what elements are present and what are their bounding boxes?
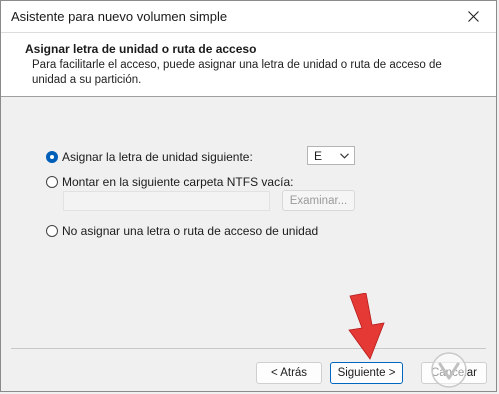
chevron-down-icon bbox=[340, 152, 349, 159]
radio-button-selected[interactable] bbox=[46, 151, 58, 163]
close-button[interactable] bbox=[450, 1, 496, 32]
page-title: Asignar letra de unidad o ruta de acceso bbox=[25, 42, 257, 56]
radio-no-assign-label: No asignar una letra o ruta de acceso de… bbox=[62, 224, 319, 238]
folder-path-input[interactable] bbox=[63, 191, 270, 211]
title-bar: Asistente para nuevo volumen simple bbox=[1, 1, 496, 32]
red-arrow-icon bbox=[348, 293, 385, 360]
footer-divider bbox=[11, 348, 486, 349]
browse-button[interactable]: Examinar... bbox=[282, 190, 355, 211]
radio-button[interactable] bbox=[46, 225, 58, 237]
radio-assign-letter-label: Asignar la letra de unidad siguiente: bbox=[62, 150, 253, 164]
page-description: Para facilitarle el acceso, puede asigna… bbox=[32, 59, 442, 86]
wizard-header: Asignar letra de unidad o ruta de acceso… bbox=[1, 32, 496, 97]
radio-no-assign[interactable]: No asignar una letra o ruta de acceso de… bbox=[46, 224, 318, 238]
next-button[interactable]: Siguiente > bbox=[330, 362, 403, 384]
close-icon bbox=[467, 11, 479, 22]
drive-letter-select[interactable]: E bbox=[307, 146, 355, 165]
wizard-window: Asistente para nuevo volumen simple Asig… bbox=[0, 0, 497, 392]
cancel-button[interactable]: Cancelar bbox=[421, 362, 487, 384]
window-title: Asistente para nuevo volumen simple bbox=[11, 9, 228, 24]
radio-mount-folder[interactable]: Montar en la siguiente carpeta NTFS vací… bbox=[46, 175, 293, 189]
radio-button[interactable] bbox=[46, 176, 58, 188]
radio-mount-folder-label: Montar en la siguiente carpeta NTFS vací… bbox=[62, 175, 294, 189]
drive-letter-value: E bbox=[314, 148, 323, 163]
radio-assign-letter[interactable]: Asignar la letra de unidad siguiente: bbox=[46, 150, 253, 164]
back-button[interactable]: < Atrás bbox=[256, 362, 322, 384]
